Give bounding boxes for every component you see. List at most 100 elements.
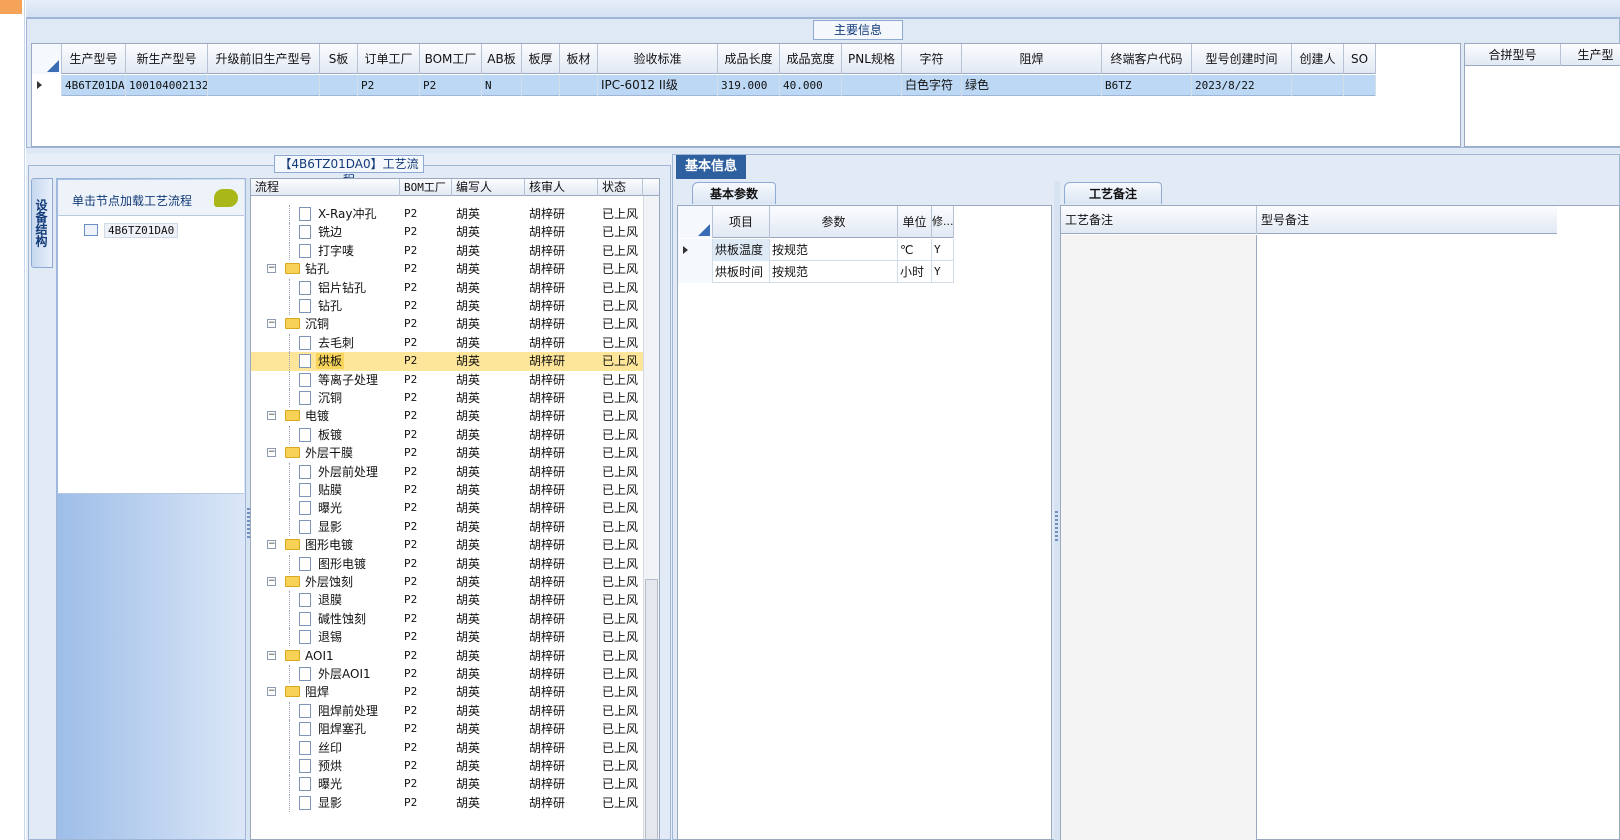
param-value-cell[interactable]: 按规范 — [770, 261, 898, 283]
col-header-2[interactable]: 升级前旧生产型号 — [208, 44, 320, 74]
main-grid-row[interactable]: 4B6TZ01DA010010400213225P2P2NIPC-6012 II… — [32, 75, 1376, 96]
main-cell-1[interactable]: 10010400213225 — [126, 75, 208, 96]
process-row[interactable]: 显影 P2 胡英 胡梓研 已上风 — [251, 517, 643, 536]
collapse-icon[interactable]: − — [267, 540, 276, 550]
process-notes-tab[interactable]: 工艺备注 — [1064, 182, 1162, 204]
col-header-10[interactable]: 成品长度 — [718, 44, 780, 74]
collapse-icon[interactable]: − — [267, 411, 276, 421]
main-cell-10[interactable]: 319.000 — [718, 75, 780, 96]
process-row[interactable]: 贴膜 P2 胡英 胡梓研 已上风 — [251, 481, 643, 499]
process-row[interactable]: 钻孔 P2 胡英 胡梓研 已上风 — [251, 297, 643, 315]
param-row[interactable]: 烘板时间 按规范 小时 Y — [678, 261, 954, 283]
row-indicator-icon[interactable] — [32, 75, 62, 96]
param-row[interactable]: 烘板温度 按规范 ℃ Y — [678, 239, 954, 261]
process-row[interactable]: 阻焊前处理 P2 胡英 胡梓研 已上风 — [251, 701, 643, 720]
col-header-process-notes[interactable]: 工艺备注 — [1061, 206, 1257, 234]
col-header-bom-factory[interactable]: BOM工厂 — [400, 179, 452, 196]
base-params-tab[interactable]: 基本参数 — [692, 182, 776, 204]
col-header-8[interactable]: 板材 — [560, 44, 598, 74]
process-row[interactable]: 去毛刺 P2 胡英 胡梓研 已上风 — [251, 333, 643, 352]
process-row[interactable]: 外层前处理 P2 胡英 胡梓研 已上风 — [251, 462, 643, 481]
process-row[interactable]: X-Ray冲孔 P2 胡英 胡梓研 已上风 — [251, 205, 643, 223]
col-header-17[interactable]: 创建人 — [1292, 44, 1344, 74]
main-cell-3[interactable] — [320, 75, 358, 96]
process-row[interactable]: 曝光 P2 胡英 胡梓研 已上风 — [251, 499, 643, 518]
col-header-status[interactable]: 状态 — [598, 179, 643, 196]
process-row[interactable]: 铝片钻孔 P2 胡英 胡梓研 已上风 — [251, 278, 643, 297]
process-row[interactable]: 打字唛 P2 胡英 胡梓研 已上风 — [251, 241, 643, 260]
process-row[interactable]: 烘板 P2 胡英 胡梓研 已上风 — [251, 352, 643, 371]
tree-scroll-thumb[interactable] — [645, 579, 658, 839]
main-cell-8[interactable] — [560, 75, 598, 96]
col-header-7[interactable]: 板厚 — [522, 44, 560, 74]
process-row[interactable]: 外层AOI1 P2 胡英 胡梓研 已上风 — [251, 665, 643, 683]
param-row-indicator[interactable] — [678, 261, 713, 283]
col-header-production[interactable]: 生产型 — [1561, 44, 1620, 66]
col-header-14[interactable]: 阻焊 — [962, 44, 1102, 74]
main-cell-9[interactable]: IPC-6012 II级 — [598, 75, 718, 96]
main-cell-0[interactable]: 4B6TZ01DA0 — [62, 75, 126, 96]
main-cell-11[interactable]: 40.000 — [780, 75, 842, 96]
col-header-unit[interactable]: 单位 — [898, 206, 932, 238]
col-header-15[interactable]: 终端客户代码 — [1102, 44, 1192, 74]
main-cell-7[interactable] — [522, 75, 560, 96]
process-row[interactable]: 板镀 P2 胡英 胡梓研 已上风 — [251, 425, 643, 444]
param-flag-cell[interactable]: Y — [932, 261, 954, 283]
main-grid-corner-cell[interactable] — [32, 44, 62, 74]
param-unit-cell[interactable]: 小时 — [898, 261, 932, 283]
col-header-merge-model[interactable]: 合拼型号 — [1465, 44, 1561, 66]
process-row[interactable]: 铣边 P2 胡英 胡梓研 已上风 — [251, 223, 643, 242]
main-cell-17[interactable] — [1292, 75, 1344, 96]
param-row-indicator[interactable] — [678, 239, 713, 261]
param-item-cell[interactable]: 烘板时间 — [713, 261, 770, 283]
collapse-icon[interactable]: − — [267, 319, 276, 329]
main-cell-15[interactable]: B6TZ — [1102, 75, 1192, 96]
main-cell-5[interactable]: P2 — [420, 75, 482, 96]
col-header-item[interactable]: 项目 — [713, 206, 770, 238]
collapse-icon[interactable]: − — [267, 264, 276, 274]
col-header-5[interactable]: BOM工厂 — [420, 44, 482, 74]
main-cell-12[interactable] — [842, 75, 902, 96]
col-header-6[interactable]: AB板 — [482, 44, 522, 74]
col-header-0[interactable]: 生产型号 — [62, 44, 126, 74]
base-info-tab[interactable]: 基本信息 — [676, 155, 746, 179]
process-row[interactable]: − 外层蚀刻 P2 胡英 胡梓研 已上风 — [251, 573, 643, 591]
col-header-param[interactable]: 参数 — [770, 206, 898, 238]
main-cell-6[interactable]: N — [482, 75, 522, 96]
process-row[interactable]: − 电镀 P2 胡英 胡梓研 已上风 — [251, 407, 643, 425]
main-cell-4[interactable]: P2 — [358, 75, 420, 96]
process-row[interactable]: − 钻孔 P2 胡英 胡梓研 已上风 — [251, 260, 643, 278]
process-row[interactable]: 预烘 P2 胡英 胡梓研 已上风 — [251, 757, 643, 775]
process-row[interactable]: 曝光 P2 胡英 胡梓研 已上风 — [251, 775, 643, 794]
col-header-model-notes[interactable]: 型号备注 — [1257, 206, 1557, 234]
collapse-icon[interactable]: − — [267, 448, 276, 458]
process-row[interactable]: − 外层干膜 P2 胡英 胡梓研 已上风 — [251, 444, 643, 462]
params-corner-cell[interactable] — [678, 206, 713, 238]
col-header-1[interactable]: 新生产型号 — [126, 44, 208, 74]
main-cell-14[interactable]: 绿色 — [962, 75, 1102, 96]
process-row[interactable]: 退锡 P2 胡英 胡梓研 已上风 — [251, 628, 643, 647]
param-value-cell[interactable]: 按规范 — [770, 239, 898, 261]
process-row[interactable]: 阻焊塞孔 P2 胡英 胡梓研 已上风 — [251, 720, 643, 739]
process-notes-area[interactable] — [1061, 235, 1257, 840]
collapse-icon[interactable]: − — [267, 650, 276, 660]
col-header-13[interactable]: 字符 — [902, 44, 962, 74]
process-row[interactable]: − AOI1 P2 胡英 胡梓研 已上风 — [251, 647, 643, 665]
col-header-4[interactable]: 订单工厂 — [358, 44, 420, 74]
process-row[interactable]: 碱性蚀刻 P2 胡英 胡梓研 已上风 — [251, 609, 643, 628]
process-row[interactable]: − 图形电镀 P2 胡英 胡梓研 已上风 — [251, 536, 643, 554]
col-header-16[interactable]: 型号创建时间 — [1192, 44, 1292, 74]
process-row[interactable]: 显影 P2 胡英 胡梓研 已上风 — [251, 793, 643, 812]
col-header-writer[interactable]: 编写人 — [452, 179, 525, 196]
main-cell-16[interactable]: 2023/8/22 — [1192, 75, 1292, 96]
main-info-tab[interactable]: 主要信息 — [813, 20, 903, 40]
col-header-reviewer[interactable]: 核审人 — [525, 179, 598, 196]
col-header-18[interactable]: SO — [1344, 44, 1376, 74]
nav-tree-node[interactable]: 4B6TZ01DA0 — [84, 222, 179, 238]
collapse-icon[interactable]: − — [267, 687, 276, 697]
main-cell-13[interactable]: 白色字符 — [902, 75, 962, 96]
process-row[interactable]: 等离子处理 P2 胡英 胡梓研 已上风 — [251, 370, 643, 389]
col-header-12[interactable]: PNL规格 — [842, 44, 902, 74]
main-cell-18[interactable] — [1344, 75, 1376, 96]
col-header-modify[interactable]: 修... — [932, 206, 954, 238]
